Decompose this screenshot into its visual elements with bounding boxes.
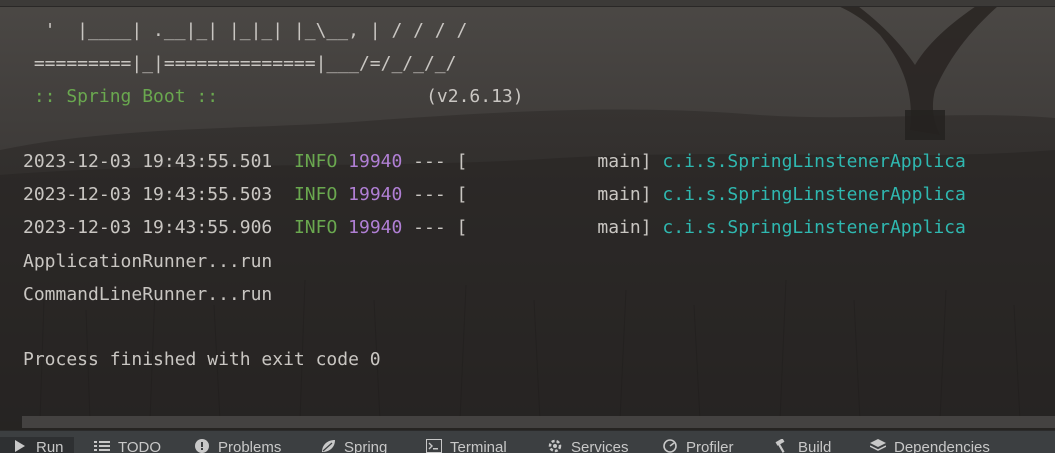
tool-window-dependencies[interactable]: Dependencies <box>870 437 990 453</box>
console-output[interactable]: ' |____| .__|_| |_|_| |_\__, | / / / / =… <box>23 0 966 370</box>
tool-window-bar: Run TODO Problems Spring Terminal Servic… <box>0 430 1055 453</box>
log-logger-link[interactable]: c.i.s.SpringLinstenerApplica <box>662 217 965 238</box>
warning-icon <box>195 439 209 453</box>
log-separator: --- [ <box>413 217 468 238</box>
tool-window-services[interactable]: Services <box>547 437 629 453</box>
dependencies-icon <box>870 439 886 451</box>
tool-window-todo[interactable]: TODO <box>94 437 161 453</box>
log-pid: 19940 <box>348 151 403 172</box>
spring-boot-version: (v2.6.13) <box>426 86 524 107</box>
tool-window-label: Build <box>798 439 832 453</box>
tool-window-label: TODO <box>118 439 162 453</box>
banner-line-2: =========|_|==============|___/=/_/_/_/ <box>23 53 457 74</box>
tool-window-label: Problems <box>218 439 282 453</box>
exit-message: Process finished with exit code 0 <box>23 349 381 370</box>
log-timestamp: 2023-12-03 19:43:55.906 <box>23 217 273 238</box>
run-console[interactable]: ' |____| .__|_| |_|_| |_\__, | / / / / =… <box>0 0 1055 430</box>
output-line: CommandLineRunner...run <box>23 284 273 305</box>
list-icon <box>94 441 110 451</box>
log-thread: main] <box>597 151 652 172</box>
tool-window-label: Profiler <box>686 439 734 453</box>
tool-window-spring[interactable]: Spring <box>320 437 387 453</box>
log-separator: --- [ <box>413 184 468 205</box>
tool-window-build[interactable]: Build <box>774 437 831 453</box>
tool-window-problems[interactable]: Problems <box>194 437 281 453</box>
tool-window-label: Dependencies <box>894 439 990 453</box>
log-level: INFO <box>293 151 338 172</box>
output-line: ApplicationRunner...run <box>23 251 273 272</box>
log-pid: 19940 <box>348 184 403 205</box>
log-thread: main] <box>597 184 652 205</box>
spring-leaf-icon <box>322 440 335 452</box>
log-level: INFO <box>293 217 338 238</box>
log-logger-link[interactable]: c.i.s.SpringLinstenerApplica <box>662 184 965 205</box>
tool-window-label: Spring <box>344 439 388 453</box>
log-row: 2023-12-03 19:43:55.501 INFO 19940 --- [… <box>23 150 966 174</box>
horizontal-scrollbar[interactable] <box>22 416 1055 428</box>
log-level: INFO <box>293 184 338 205</box>
hammer-icon <box>775 439 785 453</box>
terminal-icon <box>426 439 442 453</box>
play-icon <box>15 440 25 452</box>
tool-window-profiler[interactable]: Profiler <box>662 437 734 453</box>
tool-window-run[interactable]: Run <box>0 437 74 453</box>
log-row: 2023-12-03 19:43:55.906 INFO 19940 --- [… <box>23 216 966 240</box>
log-pid: 19940 <box>348 217 403 238</box>
log-logger-link[interactable]: c.i.s.SpringLinstenerApplica <box>662 151 965 172</box>
spring-boot-banner: :: Spring Boot :: (v2.6.13) <box>23 85 524 109</box>
log-separator: --- [ <box>413 151 468 172</box>
log-timestamp: 2023-12-03 19:43:55.503 <box>23 184 273 205</box>
tool-window-label: Run <box>36 439 64 453</box>
tool-window-label: Terminal <box>450 439 507 453</box>
log-timestamp: 2023-12-03 19:43:55.501 <box>23 151 273 172</box>
log-row: 2023-12-03 19:43:55.503 INFO 19940 --- [… <box>23 183 966 207</box>
tool-window-terminal[interactable]: Terminal <box>426 437 507 453</box>
log-thread: main] <box>597 217 652 238</box>
spring-boot-label: :: Spring Boot :: <box>23 86 219 107</box>
console-top-border <box>0 0 1055 7</box>
tool-window-label: Services <box>571 439 629 453</box>
profiler-icon <box>663 439 677 453</box>
banner-line-1: ' |____| .__|_| |_|_| |_\__, | / / / / <box>23 20 468 41</box>
services-icon <box>548 439 562 453</box>
